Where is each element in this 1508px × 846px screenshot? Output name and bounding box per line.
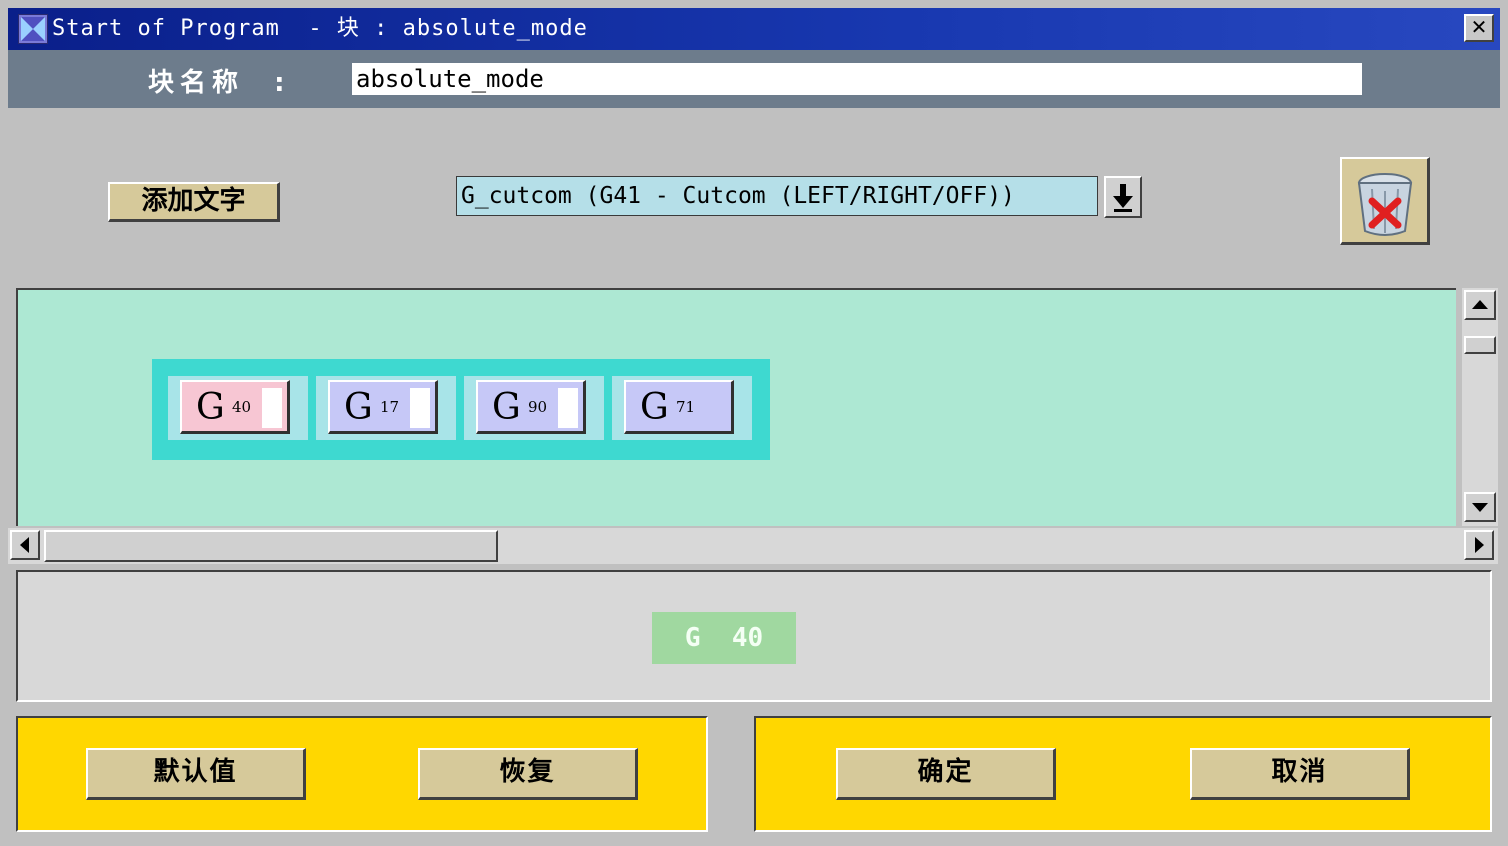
block-name-row: 块名称 :: [8, 50, 1500, 108]
left-button-panel: 默认值 恢复: [16, 716, 708, 832]
code-number: 90: [528, 398, 548, 416]
code-number: 40: [232, 398, 252, 416]
horizontal-scrollbar[interactable]: [8, 528, 1498, 564]
code-group: G 40 G 17 G 90 G 71: [152, 359, 770, 460]
delete-button[interactable]: [1340, 157, 1430, 245]
close-button[interactable]: ✕: [1464, 14, 1494, 42]
right-button-panel: 确定 取消: [754, 716, 1492, 832]
code-number: 71: [676, 398, 696, 416]
code-cell: G 71: [612, 376, 752, 440]
scroll-left-button[interactable]: [10, 530, 40, 560]
scroll-up-button[interactable]: [1464, 290, 1496, 320]
scroll-thumb[interactable]: [44, 530, 498, 562]
trash-delete-icon: [1357, 173, 1413, 236]
window-title: Start of Program - 块 : absolute_mode: [52, 16, 588, 41]
vertical-scrollbar[interactable]: [1462, 288, 1498, 526]
code-value-box: [558, 388, 578, 428]
code-button-g90[interactable]: G 90: [476, 380, 586, 434]
close-icon: ✕: [1470, 15, 1488, 39]
scroll-thumb[interactable]: [1464, 336, 1496, 354]
code-letter: G: [196, 387, 225, 428]
preview-text: G 40: [652, 612, 796, 664]
block-name-input[interactable]: [352, 63, 1362, 95]
title-bar: Start of Program - 块 : absolute_mode ✕: [8, 8, 1500, 50]
app-icon: [18, 14, 48, 44]
arrow-right-icon: [1475, 537, 1484, 553]
scroll-down-button[interactable]: [1464, 492, 1496, 522]
code-cell: G 40: [168, 376, 308, 440]
block-name-label: 块名称 :: [148, 68, 291, 98]
ok-button[interactable]: 确定: [836, 748, 1056, 800]
arrow-up-icon: [1472, 300, 1488, 309]
code-button-g71[interactable]: G 71: [624, 380, 734, 434]
code-button-g17[interactable]: G 17: [328, 380, 438, 434]
code-letter: G: [492, 387, 521, 428]
code-cell: G 90: [464, 376, 604, 440]
code-letter: G: [640, 387, 669, 428]
code-letter: G: [344, 387, 373, 428]
scroll-right-button[interactable]: [1464, 530, 1494, 560]
code-number: 17: [380, 398, 400, 416]
arrow-down-icon: [1113, 184, 1133, 212]
code-cell: G 17: [316, 376, 456, 440]
arrow-down-icon: [1472, 503, 1488, 512]
add-text-button[interactable]: 添加文字: [108, 182, 280, 222]
dropdown-button[interactable]: [1104, 176, 1142, 218]
cancel-button[interactable]: 取消: [1190, 748, 1410, 800]
code-value-box: [410, 388, 430, 428]
arrow-left-icon: [20, 537, 29, 553]
code-value-box: [262, 388, 282, 428]
code-select[interactable]: G_cutcom (G41 - Cutcom (LEFT/RIGHT/OFF)): [456, 176, 1098, 216]
code-button-g40[interactable]: G 40: [180, 380, 290, 434]
restore-button[interactable]: 恢复: [418, 748, 638, 800]
preview-area: G 40: [16, 570, 1492, 702]
default-button[interactable]: 默认值: [86, 748, 306, 800]
